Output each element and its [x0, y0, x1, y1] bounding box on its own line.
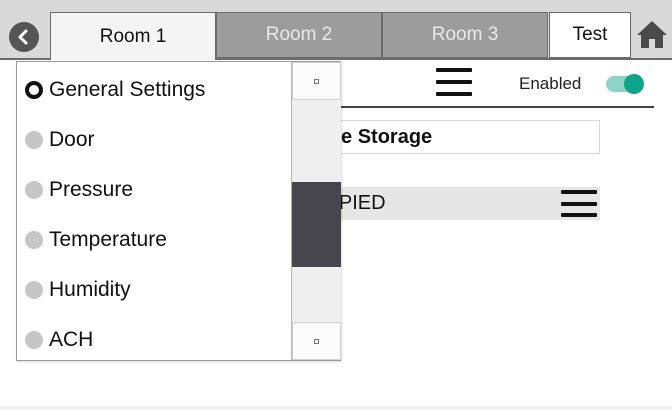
dropdown-item-label: ACH — [49, 328, 94, 351]
radio-selected-icon — [25, 81, 43, 99]
dropdown-item-general-settings[interactable]: General Settings — [25, 70, 205, 110]
radio-icon — [25, 281, 43, 299]
chevron-left-icon — [18, 29, 28, 45]
dropdown-scrollbar[interactable] — [291, 62, 341, 360]
tab-label: Room 3 — [431, 24, 499, 45]
tab-room-2[interactable]: Room 2 — [216, 12, 382, 58]
dropdown-item-label: General Settings — [49, 78, 206, 101]
scroll-up-button[interactable] — [292, 62, 341, 100]
toggle-knob — [624, 74, 644, 94]
status-menu-icon[interactable] — [561, 190, 597, 217]
back-button[interactable] — [9, 22, 39, 52]
dropdown-item-pressure[interactable]: Pressure — [25, 170, 133, 210]
enabled-toggle[interactable] — [606, 74, 644, 94]
radio-icon — [25, 131, 43, 149]
radio-icon — [25, 181, 43, 199]
scroll-down-icon — [314, 338, 319, 344]
dropdown-item-label: Temperature — [49, 228, 167, 251]
tab-bar: Room 1 Room 2 Room 3 Test — [0, 0, 672, 60]
dropdown-item-temperature[interactable]: Temperature — [25, 220, 167, 260]
tab-test[interactable]: Test — [549, 12, 631, 58]
tab-label: Room 1 — [99, 25, 167, 47]
scroll-thumb[interactable] — [292, 182, 341, 268]
home-button[interactable] — [634, 16, 670, 52]
header-menu-icon[interactable] — [436, 68, 472, 96]
tab-room-3[interactable]: Room 3 — [382, 12, 548, 58]
tab-label: Test — [572, 24, 608, 45]
dropdown-item-label: Door — [49, 128, 95, 151]
radio-icon — [25, 331, 43, 349]
bottom-divider — [0, 406, 672, 410]
tab-label: Room 2 — [265, 24, 333, 45]
dropdown-item-ach[interactable]: ACH — [25, 320, 93, 360]
dropdown-item-door[interactable]: Door — [25, 120, 95, 160]
dropdown-item-label: Humidity — [49, 278, 131, 301]
scroll-down-button[interactable] — [292, 322, 341, 360]
tab-room-1[interactable]: Room 1 — [50, 12, 216, 60]
home-icon — [637, 21, 667, 48]
enabled-label: Enabled — [519, 74, 582, 93]
dropdown-item-humidity[interactable]: Humidity — [25, 270, 131, 310]
dropdown-item-label: Pressure — [49, 178, 134, 201]
scroll-up-icon — [314, 78, 319, 84]
radio-icon — [25, 231, 43, 249]
settings-category-dropdown: General Settings Door Pressure Temperatu… — [16, 61, 341, 361]
